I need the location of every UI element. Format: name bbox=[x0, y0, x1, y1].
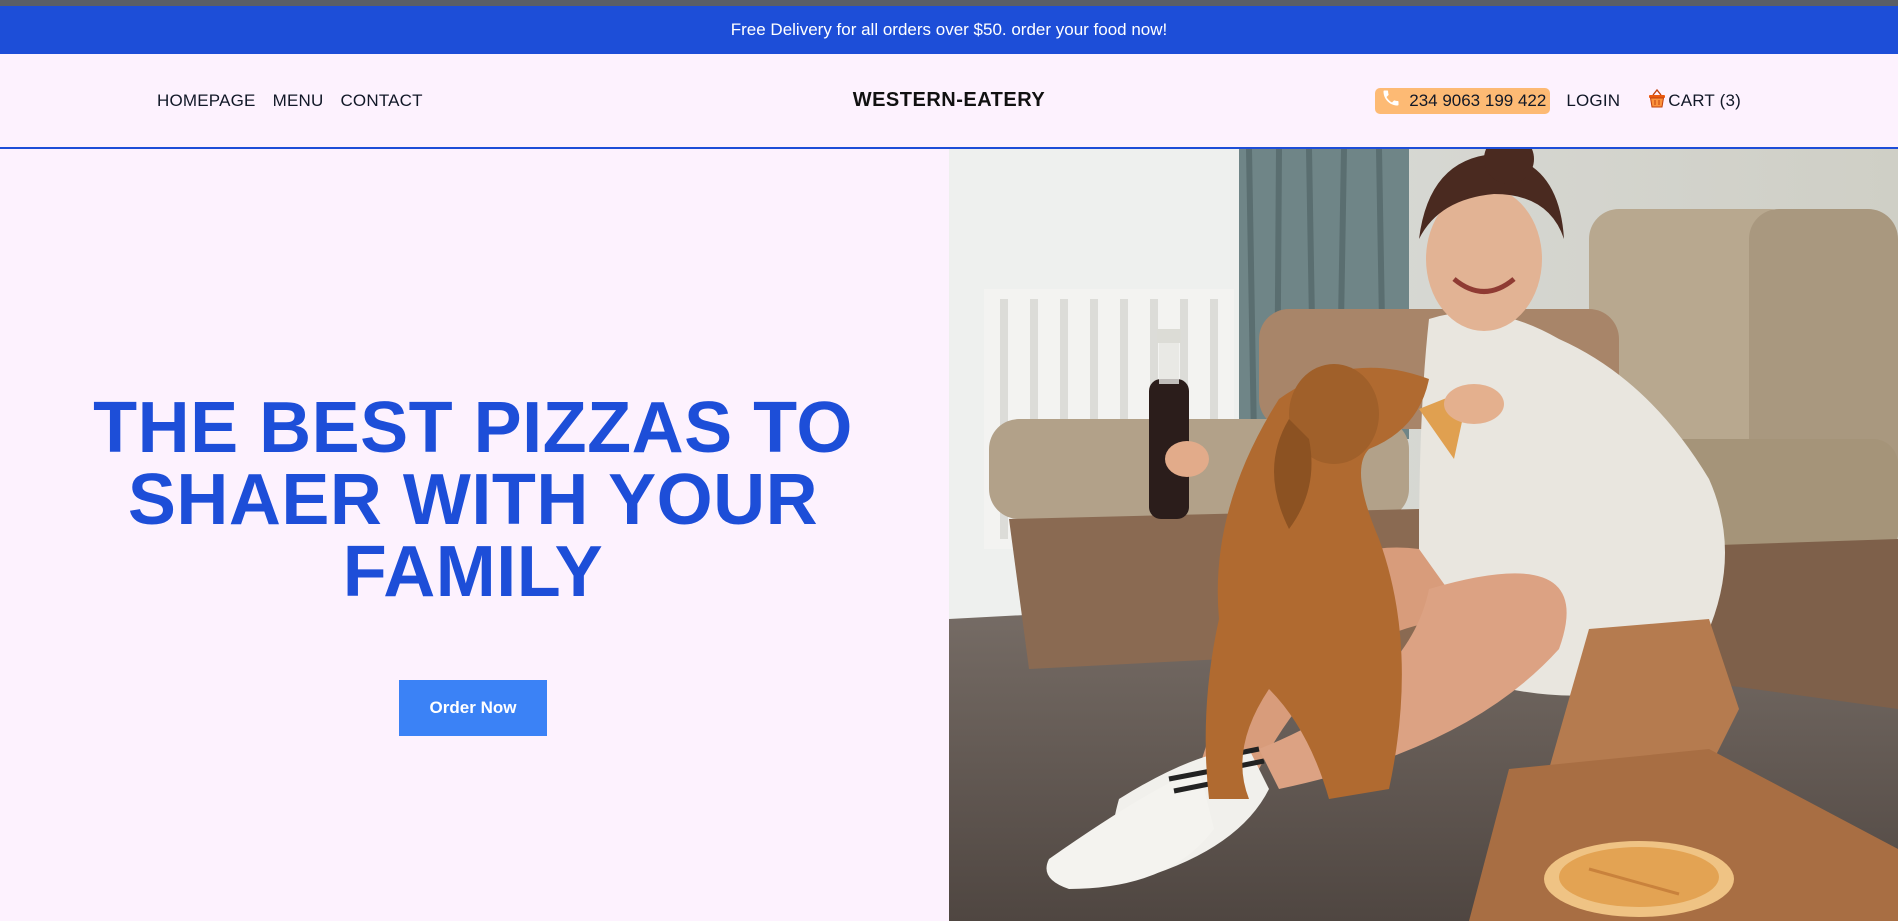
phone-icon bbox=[1381, 88, 1401, 113]
cart-link[interactable]: CART (3) bbox=[1648, 88, 1741, 113]
promo-text: Free Delivery for all orders over $50. o… bbox=[730, 20, 1168, 39]
order-now-button[interactable]: Order Now bbox=[399, 680, 547, 736]
phone-badge[interactable]: 234 9063 199 422 bbox=[1375, 87, 1551, 114]
phone-number: 234 9063 199 422 bbox=[1409, 90, 1547, 110]
hero-image bbox=[949, 149, 1898, 921]
main-nav: HOMEPAGE MENU CONTACT bbox=[157, 54, 423, 147]
login-link[interactable]: LOGIN bbox=[1566, 91, 1620, 111]
cart-label: CART (3) bbox=[1668, 90, 1741, 110]
basket-icon bbox=[1648, 88, 1666, 113]
promo-banner: Free Delivery for all orders over $50. o… bbox=[0, 6, 1898, 54]
hero-section: THE BEST PIZZAS TO SHAER WITH YOUR FAMIL… bbox=[0, 149, 949, 921]
hero-headline: THE BEST PIZZAS TO SHAER WITH YOUR FAMIL… bbox=[93, 388, 853, 612]
nav-homepage-link[interactable]: HOMEPAGE bbox=[157, 91, 256, 111]
site-header: HOMEPAGE MENU CONTACT WESTERN-EATERY 234… bbox=[0, 54, 1898, 149]
nav-menu-link[interactable]: MENU bbox=[273, 91, 324, 111]
nav-contact-link[interactable]: CONTACT bbox=[340, 91, 422, 111]
header-actions: 234 9063 199 422 LOGIN CART (3) bbox=[1375, 54, 1741, 147]
